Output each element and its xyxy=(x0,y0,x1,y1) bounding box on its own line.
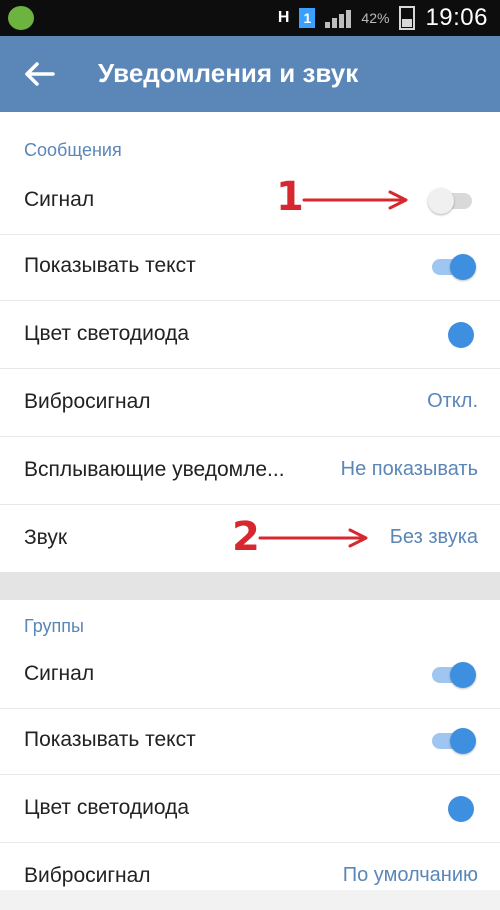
setting-row-groups-vibration[interactable]: Вибросигнал По умолчанию xyxy=(0,844,500,910)
setting-value: Откл. xyxy=(427,390,478,412)
setting-label: Сигнал xyxy=(24,188,95,211)
status-icons: H 1 42% 19:06 xyxy=(277,4,488,31)
setting-label: Показывать текст xyxy=(24,254,196,277)
annotation-arrow-2 xyxy=(258,528,368,548)
signal-toggle[interactable] xyxy=(428,188,476,214)
battery-icon xyxy=(399,6,416,30)
led-color-swatch[interactable] xyxy=(448,322,474,348)
page-title: Уведомления и звук xyxy=(98,58,359,88)
battery-percent: 42% xyxy=(361,10,390,26)
arrow-left-icon xyxy=(25,62,55,86)
setting-label: Цвет светодиода xyxy=(24,796,190,819)
setting-row-groups-led-color[interactable]: Цвет светодиода xyxy=(0,776,500,843)
setting-row-messages-show-text[interactable]: Показывать текст xyxy=(0,234,500,301)
app-bar: Уведомления и звук xyxy=(0,36,500,112)
setting-row-messages-signal[interactable]: Сигнал xyxy=(0,168,500,235)
messages-section: Сообщения Сигнал Показывать текст Цвет с… xyxy=(0,112,500,572)
setting-value: По умолчанию xyxy=(342,864,478,886)
setting-label: Цвет светодиода xyxy=(24,322,190,345)
setting-row-messages-popup[interactable]: Всплывающие уведомле... Не показывать xyxy=(0,438,500,505)
setting-label: Звук xyxy=(24,526,68,549)
status-bar: H 1 42% 19:06 xyxy=(0,0,500,36)
setting-value: Без звука xyxy=(389,526,478,548)
section-title-messages: Сообщения xyxy=(24,140,122,160)
setting-row-groups-show-text[interactable]: Показывать текст xyxy=(0,708,500,775)
setting-row-groups-signal[interactable]: Сигнал xyxy=(0,642,500,709)
led-color-swatch[interactable] xyxy=(448,796,474,822)
setting-value: Не показывать xyxy=(340,458,478,480)
network-type-label: H xyxy=(277,9,290,26)
section-divider xyxy=(0,572,500,600)
show-text-toggle[interactable] xyxy=(428,254,476,280)
section-title-groups: Группы xyxy=(24,616,84,636)
groups-section: Группы Сигнал Показывать текст Цвет свет… xyxy=(0,600,500,890)
annotation-arrow-1 xyxy=(302,190,408,210)
groups-show-text-toggle[interactable] xyxy=(428,728,476,754)
setting-label: Всплывающие уведомле... xyxy=(24,458,285,481)
back-button[interactable] xyxy=(20,50,60,98)
sim-label: 1 xyxy=(299,8,316,28)
groups-signal-toggle[interactable] xyxy=(428,662,476,688)
setting-label: Сигнал xyxy=(24,662,95,685)
signal-icon xyxy=(325,8,352,28)
clock: 19:06 xyxy=(425,4,488,31)
setting-label: Вибросигнал xyxy=(24,864,151,887)
setting-row-messages-led-color[interactable]: Цвет светодиода xyxy=(0,302,500,369)
setting-row-messages-vibration[interactable]: Вибросигнал Откл. xyxy=(0,370,500,437)
setting-label: Вибросигнал xyxy=(24,390,151,413)
setting-label: Показывать текст xyxy=(24,728,196,751)
android-icon xyxy=(8,6,34,30)
